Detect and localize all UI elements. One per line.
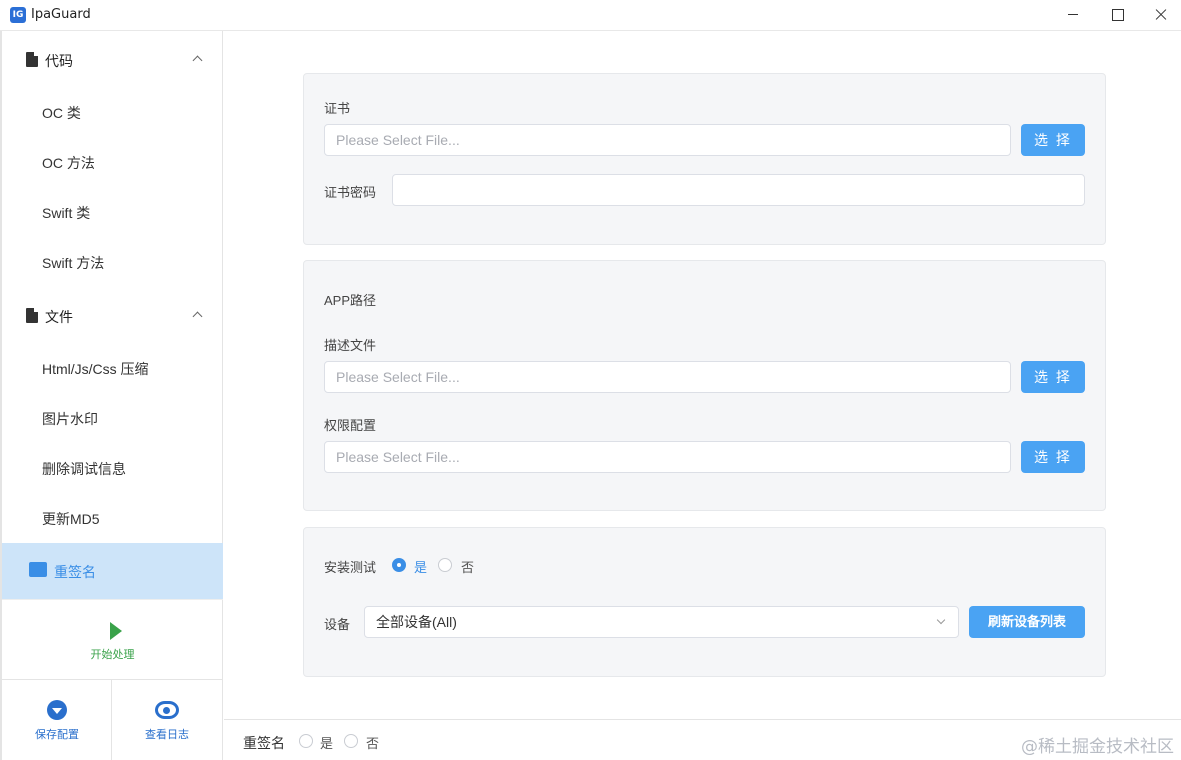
- profile-select-button[interactable]: 选 择: [1021, 361, 1085, 393]
- window-title: IpaGuard: [31, 7, 91, 22]
- chevron-up-icon: [192, 311, 203, 322]
- title-bar: IG IpaGuard: [0, 0, 1181, 31]
- signature-icon: [29, 562, 47, 577]
- resign-label: 重签名: [243, 735, 285, 751]
- certificate-label: 证书: [324, 101, 351, 116]
- sidebar-item-oc-class[interactable]: OC 类: [2, 87, 223, 137]
- sidebar-item-label: 图片水印: [42, 411, 98, 427]
- install-test-yes-label[interactable]: 是: [414, 557, 427, 576]
- certificate-password-input[interactable]: [392, 174, 1085, 206]
- install-test-label: 安装测试: [324, 560, 377, 575]
- eye-icon: [155, 701, 179, 719]
- app-icon: IG: [10, 7, 26, 23]
- sidebar-item-label: 删除调试信息: [42, 461, 126, 477]
- sidebar-item-remove-debug[interactable]: 删除调试信息: [2, 443, 223, 493]
- sidebar-item-watermark[interactable]: 图片水印: [2, 393, 223, 443]
- view-log-label: 查看日志: [145, 729, 189, 741]
- maximize-button[interactable]: [1094, 0, 1140, 30]
- start-process-button[interactable]: 开始处理: [2, 599, 223, 679]
- sidebar-item-compress[interactable]: Html/Js/Css 压缩: [2, 343, 223, 393]
- close-button[interactable]: [1138, 0, 1181, 30]
- resign-yes-label[interactable]: 是: [320, 733, 333, 752]
- resign-no-label[interactable]: 否: [366, 733, 379, 752]
- sidebar-item-swift-method[interactable]: Swift 方法: [2, 237, 223, 287]
- bottom-bar: 重签名 是 否 @稀土掘金技术社区: [224, 719, 1181, 760]
- minimize-button[interactable]: [1050, 0, 1096, 30]
- save-config-label: 保存配置: [35, 729, 79, 741]
- sidebar-group-code[interactable]: 代码: [2, 34, 223, 84]
- save-config-button[interactable]: 保存配置: [2, 680, 112, 760]
- sidebar-item-label: 重签名: [54, 564, 96, 580]
- sidebar-item-label: Swift 类: [42, 205, 91, 221]
- sidebar-item-swift-class[interactable]: Swift 类: [2, 187, 223, 237]
- sidebar-item-resign[interactable]: 重签名: [2, 543, 223, 599]
- main-content: 证书 选 择 证书密码 APP路径 描述文件 选 择 权限配置 选 择 安装测试…: [224, 31, 1181, 719]
- install-test-no-radio[interactable]: [438, 558, 452, 572]
- certificate-select-button[interactable]: 选 择: [1021, 124, 1085, 156]
- device-select[interactable]: 全部设备(All): [364, 606, 959, 638]
- device-label: 设备: [324, 617, 351, 632]
- sidebar-item-label: Html/Js/Css 压缩: [42, 361, 149, 377]
- start-process-label: 开始处理: [90, 649, 135, 661]
- resign-no-radio[interactable]: [344, 734, 358, 748]
- app-path-card: APP路径 描述文件 选 择 权限配置 选 择: [303, 260, 1106, 511]
- certificate-password-label: 证书密码: [324, 185, 377, 200]
- download-icon: [47, 700, 67, 720]
- play-icon: [110, 622, 122, 640]
- profile-label: 描述文件: [324, 338, 377, 353]
- sidebar-group-file[interactable]: 文件: [2, 290, 223, 340]
- sidebar-item-label: OC 类: [42, 105, 81, 121]
- certificate-card: 证书 选 择 证书密码: [303, 73, 1106, 245]
- device-select-value: 全部设备(All): [376, 614, 457, 630]
- install-test-yes-radio[interactable]: [392, 558, 406, 572]
- view-log-button[interactable]: 查看日志: [112, 680, 222, 760]
- chevron-up-icon: [192, 55, 203, 66]
- code-file-icon: [26, 52, 38, 67]
- sidebar: 代码 OC 类 OC 方法 Swift 类 Swift 方法 文件 Html/J…: [0, 31, 223, 760]
- entitlements-select-button[interactable]: 选 择: [1021, 441, 1085, 473]
- sidebar-group-label: 代码: [45, 53, 73, 69]
- sidebar-item-label: Swift 方法: [42, 255, 105, 271]
- chevron-down-icon: [936, 615, 946, 625]
- sidebar-item-label: OC 方法: [42, 155, 95, 171]
- resign-yes-radio[interactable]: [299, 734, 313, 748]
- watermark-text: @稀土掘金技术社区: [1021, 737, 1174, 757]
- install-test-no-label[interactable]: 否: [461, 557, 474, 576]
- sidebar-item-label: 更新MD5: [42, 511, 100, 527]
- entitlements-file-input[interactable]: [324, 441, 1011, 473]
- file-icon: [26, 308, 38, 323]
- sidebar-item-oc-method[interactable]: OC 方法: [2, 137, 223, 187]
- app-path-label: APP路径: [324, 293, 377, 308]
- refresh-devices-button[interactable]: 刷新设备列表: [969, 606, 1085, 638]
- profile-file-input[interactable]: [324, 361, 1011, 393]
- certificate-file-input[interactable]: [324, 124, 1011, 156]
- install-test-card: 安装测试 是 否 设备 全部设备(All) 刷新设备列表: [303, 527, 1106, 677]
- entitlements-label: 权限配置: [324, 418, 377, 433]
- sidebar-group-label: 文件: [45, 309, 73, 325]
- sidebar-item-update-md5[interactable]: 更新MD5: [2, 493, 223, 543]
- sidebar-bottom-actions: 保存配置 查看日志: [2, 679, 223, 760]
